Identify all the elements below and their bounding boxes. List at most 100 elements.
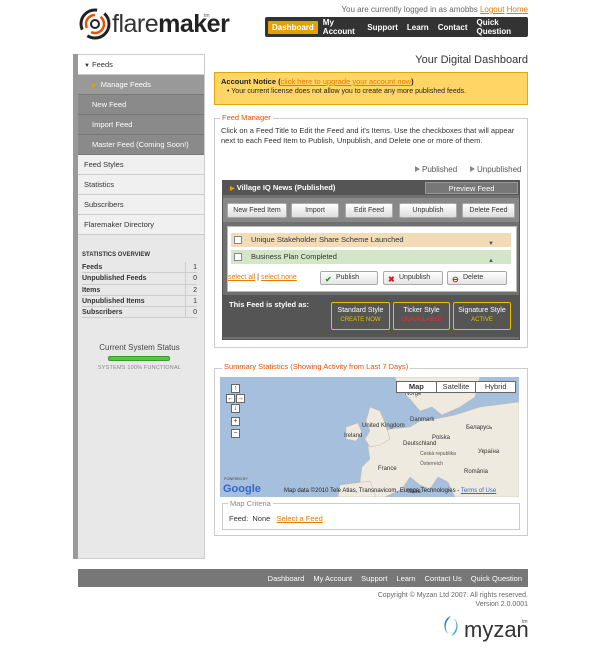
version: Version 2.0.0001 <box>475 601 528 608</box>
sidebar-item-subscribers[interactable]: Subscribers <box>78 195 204 215</box>
map-label: Deutschland <box>403 441 436 447</box>
import-button[interactable]: Import <box>291 203 339 218</box>
footer-nav: Dashboard My Account Support Learn Conta… <box>78 569 528 587</box>
summary-stats-legend: Summary Statistics (Showing Activity fro… <box>222 362 411 371</box>
pan-right-icon[interactable]: → <box>236 394 245 403</box>
feed-title-link[interactable]: ▶ Village IQ News (Published) <box>230 183 335 192</box>
footer-link-my-account[interactable]: My Account <box>313 574 352 583</box>
tab-map[interactable]: Map <box>397 382 436 392</box>
stats-row: Unpublished Feeds 0 <box>82 273 197 285</box>
published-marker-icon <box>415 166 420 172</box>
system-status-title: Current System Status <box>99 343 180 352</box>
legend-published: Published <box>415 165 457 174</box>
chevron-down-icon[interactable]: ▼ <box>488 237 494 251</box>
terms-of-use-link[interactable]: Terms of Use <box>461 488 496 494</box>
europe-map[interactable]: Ireland United Kingdom France Norge Sver… <box>220 377 519 497</box>
nav-quick-question[interactable]: Quick Question <box>472 16 527 38</box>
footer-link-support[interactable]: Support <box>361 574 387 583</box>
nav-learn[interactable]: Learn <box>403 21 433 34</box>
pan-down-icon[interactable]: ↓ <box>231 404 240 413</box>
preview-feed-button[interactable]: Preview Feed <box>425 182 518 194</box>
zoom-out-icon[interactable]: − <box>231 429 240 438</box>
signature-style-box[interactable]: Signature Style ACTIVE <box>453 302 511 330</box>
new-feed-item-button[interactable]: New Feed Item <box>227 203 287 218</box>
legend-unpublished: Unpublished <box>470 165 521 174</box>
home-link[interactable]: Home <box>507 5 528 14</box>
sidebar-item-import-feed[interactable]: Import Feed <box>78 115 204 135</box>
pan-left-icon[interactable]: ← <box>226 394 235 403</box>
myzan-logo-text: myzan <box>464 617 529 642</box>
chevron-up-icon[interactable]: ▲ <box>488 254 494 268</box>
map-label: United Kingdom <box>362 423 405 429</box>
footer-link-contact-us[interactable]: Contact Us <box>425 574 462 583</box>
tab-satellite[interactable]: Satellite <box>435 382 476 392</box>
list-item[interactable]: Unique Stakeholder Share Scheme Launched… <box>231 233 511 247</box>
system-status-text: SYSTEMS 100% FUNCTIONAL <box>97 365 182 371</box>
map-label: Österreich <box>420 460 443 467</box>
select-all-link[interactable]: select all <box>228 274 255 281</box>
pan-up-icon[interactable]: ↑ <box>231 384 240 393</box>
delete-feed-button[interactable]: Delete Feed <box>462 203 515 218</box>
tab-hybrid[interactable]: Hybrid <box>475 382 516 392</box>
selection-links: select all | select none <box>228 274 297 281</box>
nav-dashboard[interactable]: Dashboard <box>268 20 318 34</box>
select-none-link[interactable]: select none <box>261 274 297 281</box>
flaremaker-logo-icon <box>79 8 111 40</box>
logout-link[interactable]: Logout <box>480 5 504 14</box>
map-label: Polska <box>432 435 451 441</box>
footer-link-dashboard[interactable]: Dashboard <box>268 574 305 583</box>
map-criteria-legend: Map Criteria <box>228 499 273 508</box>
top-navigation: Dashboard My Account Support Learn Conta… <box>265 17 528 37</box>
item-checkbox[interactable] <box>234 236 242 244</box>
map-label: Беларусь <box>466 425 492 431</box>
stats-row: Items 2 <box>82 284 197 296</box>
edit-feed-button[interactable]: Edit Feed <box>345 203 393 218</box>
list-item[interactable]: Business Plan Completed ▲ <box>231 250 511 264</box>
brand-tm: tm <box>204 13 210 19</box>
sidebar-item-new-feed[interactable]: New Feed <box>78 95 204 115</box>
sidebar-item-statistics[interactable]: Statistics <box>78 175 204 195</box>
stats-row: Feeds 1 <box>82 262 197 274</box>
ticker-style-box[interactable]: Ticker Style UNAVAILABLE <box>393 302 450 330</box>
chevron-down-icon: ▼ <box>84 63 90 69</box>
feed-manager-legend: Feed Manager <box>220 113 273 122</box>
map-label: România <box>464 469 489 475</box>
copyright: Copyright © Myzan Ltd 2007. All rights r… <box>377 592 528 599</box>
delete-items-button[interactable]: ⊖ Delete <box>447 271 507 285</box>
powered-by-label: POWERED BY <box>224 477 248 481</box>
login-status: You are currently logged in as amobbs Lo… <box>341 5 528 14</box>
publish-button[interactable]: ✔ Publish <box>320 271 378 285</box>
stats-overview-table: Feeds 1 Unpublished Feeds 0 Items 2 Unpubli… <box>82 262 197 319</box>
check-icon: ✔ <box>325 275 332 284</box>
sidebar-item-feed-styles[interactable]: Feed Styles <box>78 155 204 175</box>
sidebar-item-feeds[interactable]: ▼ Feeds <box>78 55 204 75</box>
stats-row: Unpublished Items 1 <box>82 295 197 308</box>
zoom-in-icon[interactable]: + <box>231 417 240 426</box>
map-credit: Map data ©2010 Tele Atlas, Transnavicom,… <box>284 488 497 494</box>
map-label: Україна <box>478 449 500 455</box>
sidebar-item-master-feed[interactable]: Master Feed (Coming Soon!) <box>78 135 204 155</box>
footer-link-quick-question[interactable]: Quick Question <box>471 574 522 583</box>
map-label: Ireland <box>344 433 362 439</box>
standard-style-box[interactable]: Standard Style CREATE NOW <box>331 302 390 330</box>
map-criteria-feed: Feed: None Select a Feed <box>229 514 323 523</box>
unpublish-feed-button[interactable]: Unpublish <box>399 203 457 218</box>
sidebar-item-manage-feeds[interactable]: ▶ Manage Feeds <box>78 75 204 95</box>
nav-contact[interactable]: Contact <box>434 21 472 34</box>
arrow-right-icon: ▶ <box>230 186 235 192</box>
item-checkbox[interactable] <box>234 253 242 261</box>
unpublished-marker-icon <box>470 166 475 172</box>
footer-link-learn[interactable]: Learn <box>396 574 415 583</box>
page-title: Your Digital Dashboard <box>415 54 528 66</box>
select-feed-link[interactable]: Select a Feed <box>277 514 323 523</box>
myzan-logo-icon <box>444 616 458 636</box>
map-type-tabs: Map Satellite Hybrid <box>396 381 516 393</box>
minus-circle-icon: ⊖ <box>452 275 459 284</box>
nav-support[interactable]: Support <box>363 21 402 34</box>
unpublish-items-button[interactable]: ✖ Unpublish <box>383 271 443 285</box>
map-label: France <box>378 466 397 472</box>
google-logo: Google <box>223 483 261 495</box>
upgrade-link[interactable]: click here to upgrade your account now <box>281 77 412 86</box>
sidebar-item-directory[interactable]: Flaremaker Directory <box>78 215 204 235</box>
nav-my-account[interactable]: My Account <box>319 16 362 38</box>
